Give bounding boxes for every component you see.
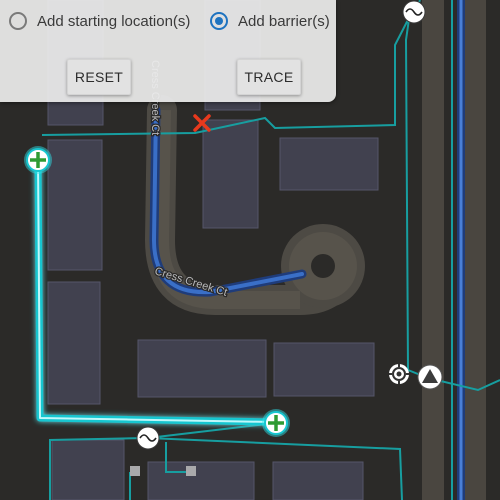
starting-location-option[interactable]: Add starting location(s) [9,12,190,30]
barrier-label: Add barrier(s) [238,12,330,30]
starting-point-icon[interactable] [262,409,290,437]
road-network [422,0,486,500]
location-target-icon[interactable] [389,364,409,384]
starting-location-label: Add starting location(s) [37,12,191,30]
barrier-option[interactable]: Add barrier(s) [210,12,330,30]
transformer-icon[interactable] [136,426,160,450]
reset-button[interactable]: RESET [67,59,131,95]
transformer-icon[interactable] [402,0,426,24]
barrier-radio[interactable] [210,12,228,30]
starting-point-icon[interactable] [24,146,52,174]
trace-button[interactable]: TRACE [237,59,301,95]
trace-controls-panel: Add starting location(s) Add barrier(s) … [0,0,336,102]
triangle-device-icon[interactable] [417,364,443,390]
service-point-icon [130,466,140,476]
starting-location-radio[interactable] [9,12,27,30]
service-point-icon [186,466,196,476]
